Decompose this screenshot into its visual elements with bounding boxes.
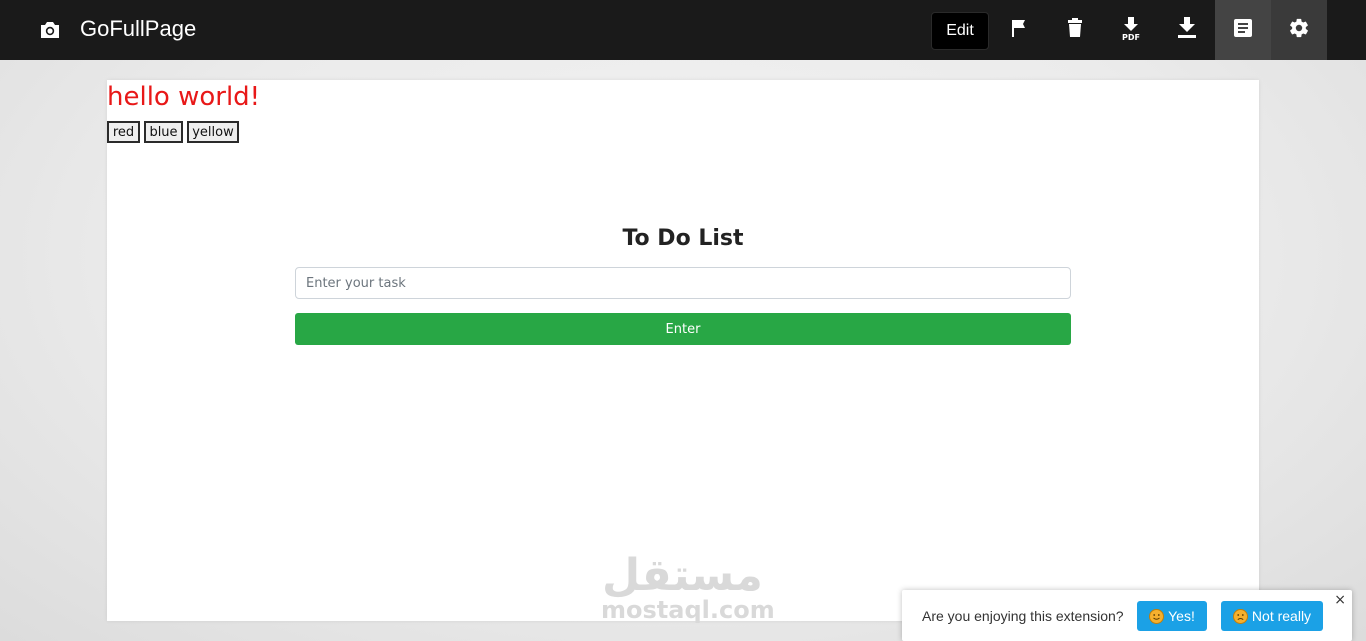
watermark-latin: mostaql.com <box>601 596 775 624</box>
feedback-prompt: Are you enjoying this extension? Yes! No… <box>902 590 1352 641</box>
app-title: GoFullPage <box>80 16 197 41</box>
todo-title: To Do List <box>622 226 744 251</box>
sad-emoji-icon <box>1232 608 1248 624</box>
feedback-question: Are you enjoying this extension? <box>922 608 1124 624</box>
download-pdf-button[interactable]: PDF <box>1103 0 1159 60</box>
download-icon <box>1177 16 1197 44</box>
top-toolbar: GoFullPage Edit PDF <box>0 0 1366 60</box>
camera-icon[interactable] <box>38 18 62 42</box>
notes-button[interactable] <box>1215 0 1271 60</box>
flag-icon <box>1010 18 1028 43</box>
delete-button[interactable] <box>1047 0 1103 60</box>
task-input[interactable] <box>295 267 1071 299</box>
notes-icon <box>1234 18 1252 42</box>
feedback-yes-label: Yes! <box>1168 608 1195 624</box>
captured-page: hello world! red blue yellow To Do List … <box>107 80 1259 624</box>
feedback-no-label: Not really <box>1251 608 1312 624</box>
close-icon[interactable]: × <box>1334 592 1346 608</box>
hello-heading: hello world! <box>107 82 261 112</box>
color-button-yellow[interactable]: yellow <box>187 121 239 143</box>
feedback-no-button[interactable]: Not really <box>1221 601 1323 631</box>
enter-button[interactable]: Enter <box>295 313 1071 345</box>
flag-button[interactable] <box>991 0 1047 60</box>
trash-icon <box>1067 17 1083 43</box>
smile-emoji-icon <box>1149 608 1165 624</box>
pdf-download-icon: PDF <box>1120 17 1142 43</box>
gear-icon <box>1288 17 1310 44</box>
pdf-label: PDF <box>1122 33 1140 42</box>
color-button-blue[interactable]: blue <box>144 121 183 143</box>
edit-button[interactable]: Edit <box>931 12 989 50</box>
feedback-yes-button[interactable]: Yes! <box>1137 601 1207 631</box>
color-button-red[interactable]: red <box>107 121 140 143</box>
download-image-button[interactable] <box>1159 0 1215 60</box>
settings-button[interactable] <box>1271 0 1327 60</box>
watermark-arabic: مستقل <box>602 550 763 601</box>
